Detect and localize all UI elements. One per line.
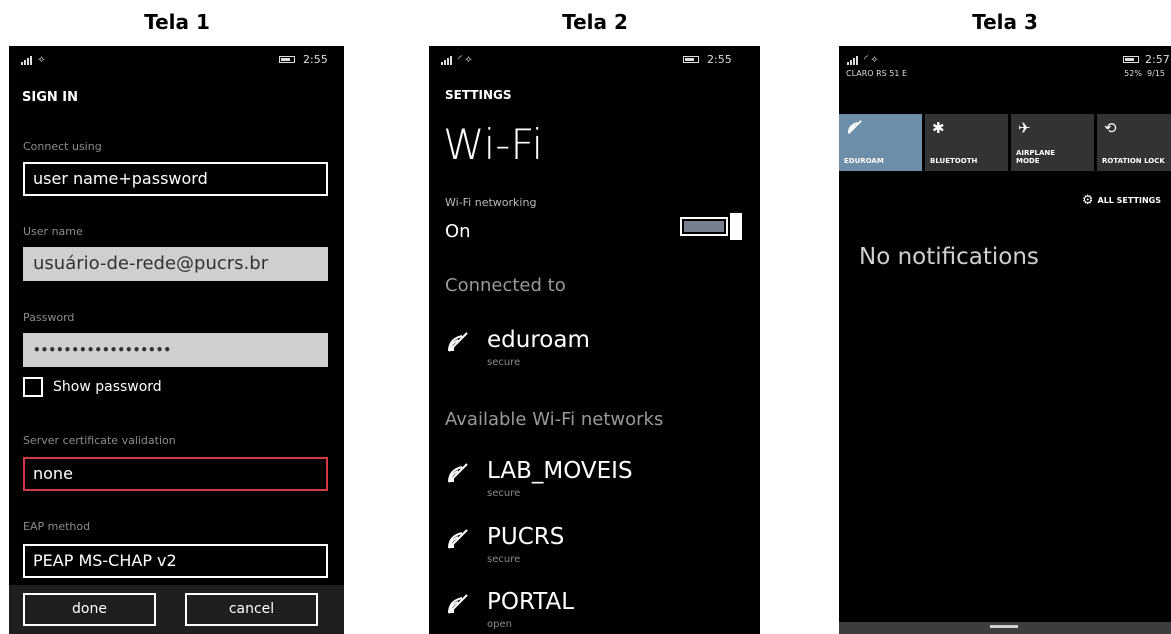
network-name: PORTAL xyxy=(487,589,575,615)
battery-icon xyxy=(683,56,699,63)
page-title: Wi-Fi xyxy=(443,120,544,169)
connected-heading: Connected to xyxy=(445,275,566,296)
carrier-name: CLARO RS 51 E xyxy=(846,69,908,78)
wifi-icon xyxy=(445,331,471,357)
no-notifications-text: No notifications xyxy=(859,244,1039,270)
caption-screen-2: Tela 2 xyxy=(562,10,628,34)
network-name: PUCRS xyxy=(487,524,565,550)
tile-label: ROTATION LOCK xyxy=(1102,157,1165,165)
password-field[interactable]: •••••••••••••••••• xyxy=(23,333,328,367)
phone-screen-wifi-settings: ◜ ⟡ 2:55 SETTINGS Wi-Fi Wi-Fi networking… xyxy=(429,46,760,634)
wifi-icon xyxy=(445,593,471,619)
airplane-icon: ✈ xyxy=(1018,119,1031,137)
network-item[interactable]: PUCRS secure xyxy=(445,524,745,568)
show-password-checkbox[interactable] xyxy=(23,377,43,397)
rotation-lock-icon: ⟲ xyxy=(1104,119,1117,137)
wifi-toggle[interactable] xyxy=(680,213,742,240)
network-security: secure xyxy=(487,488,521,499)
battery-percent: 52% xyxy=(1124,69,1142,78)
wifi-icon xyxy=(846,119,864,139)
network-item[interactable]: LAB_MOVEIS secure xyxy=(445,458,745,502)
network-security: secure xyxy=(487,357,521,368)
gear-icon: ⚙ xyxy=(1081,193,1094,208)
cancel-button[interactable]: cancel xyxy=(185,593,318,626)
cert-validation-select[interactable]: none xyxy=(23,457,328,491)
network-security: secure xyxy=(487,554,521,565)
settings-label: SETTINGS xyxy=(445,88,512,102)
date: 9/15 xyxy=(1147,69,1165,78)
show-password-label: Show password xyxy=(53,379,162,395)
available-heading: Available Wi-Fi networks xyxy=(445,409,664,430)
signal-icon: ◜ ⟡ xyxy=(847,54,878,65)
tile-label: AIRPLANE MODE xyxy=(1016,149,1056,165)
phone-screen-sign-in: ⟡ 2:55 SIGN IN Connect using user name+p… xyxy=(9,46,344,634)
drag-handle[interactable] xyxy=(990,625,1018,628)
all-settings-link[interactable]: ⚙ ALL SETTINGS xyxy=(1082,193,1161,208)
connect-using-select[interactable]: user name+password xyxy=(23,162,328,196)
tile-label: BLUETOOTH xyxy=(930,157,978,165)
phone-screen-action-center: ◜ ⟡ 2:57 CLARO RS 51 E 52% 9/15 EDUROAM … xyxy=(839,46,1171,634)
page-title: SIGN IN xyxy=(22,90,78,105)
network-item-eduroam[interactable]: eduroam secure xyxy=(445,327,745,371)
app-bar: done cancel xyxy=(9,585,344,634)
quick-action-bluetooth[interactable]: ✱ BLUETOOTH xyxy=(925,114,1008,171)
wifi-networking-label: Wi-Fi networking xyxy=(445,196,537,209)
wifi-icon xyxy=(445,528,471,554)
username-field[interactable]: usuário-de-rede@pucrs.br xyxy=(23,247,328,281)
action-center-handle-bar[interactable] xyxy=(839,622,1171,634)
clock: 2:55 xyxy=(707,53,732,66)
status-bar: ⟡ 2:55 xyxy=(9,46,344,72)
wifi-icon xyxy=(445,462,471,488)
network-name: LAB_MOVEIS xyxy=(487,458,633,484)
clock: 2:55 xyxy=(303,53,328,66)
quick-action-airplane-mode[interactable]: ✈ AIRPLANE MODE xyxy=(1011,114,1094,171)
eap-method-select[interactable]: PEAP MS-CHAP v2 xyxy=(23,544,328,578)
eap-method-label: EAP method xyxy=(23,520,91,533)
password-label: Password xyxy=(23,311,75,324)
caption-screen-1: Tela 1 xyxy=(144,10,210,34)
quick-action-rotation-lock[interactable]: ⟲ ROTATION LOCK xyxy=(1097,114,1171,171)
signal-icon: ◜ ⟡ xyxy=(441,54,472,65)
connect-using-label: Connect using xyxy=(23,140,102,153)
battery-icon xyxy=(1123,56,1139,63)
status-bar: ◜ ⟡ 2:55 xyxy=(429,46,760,72)
wifi-networking-state: On xyxy=(445,221,471,242)
done-button[interactable]: done xyxy=(23,593,156,626)
quick-action-eduroam[interactable]: EDUROAM xyxy=(839,114,922,171)
tile-label: EDUROAM xyxy=(844,157,884,165)
battery-date-info: 52% 9/15 xyxy=(1124,69,1165,78)
clock: 2:57 xyxy=(1145,53,1170,66)
battery-icon xyxy=(279,56,295,63)
all-settings-label: ALL SETTINGS xyxy=(1097,196,1162,205)
username-label: User name xyxy=(23,225,83,238)
signal-icon: ⟡ xyxy=(21,54,45,65)
bluetooth-icon: ✱ xyxy=(932,119,945,137)
network-security: open xyxy=(487,619,512,630)
network-name: eduroam xyxy=(487,327,590,353)
caption-screen-3: Tela 3 xyxy=(972,10,1038,34)
network-item[interactable]: PORTAL open xyxy=(445,589,745,633)
cert-validation-label: Server certificate validation xyxy=(23,434,176,447)
